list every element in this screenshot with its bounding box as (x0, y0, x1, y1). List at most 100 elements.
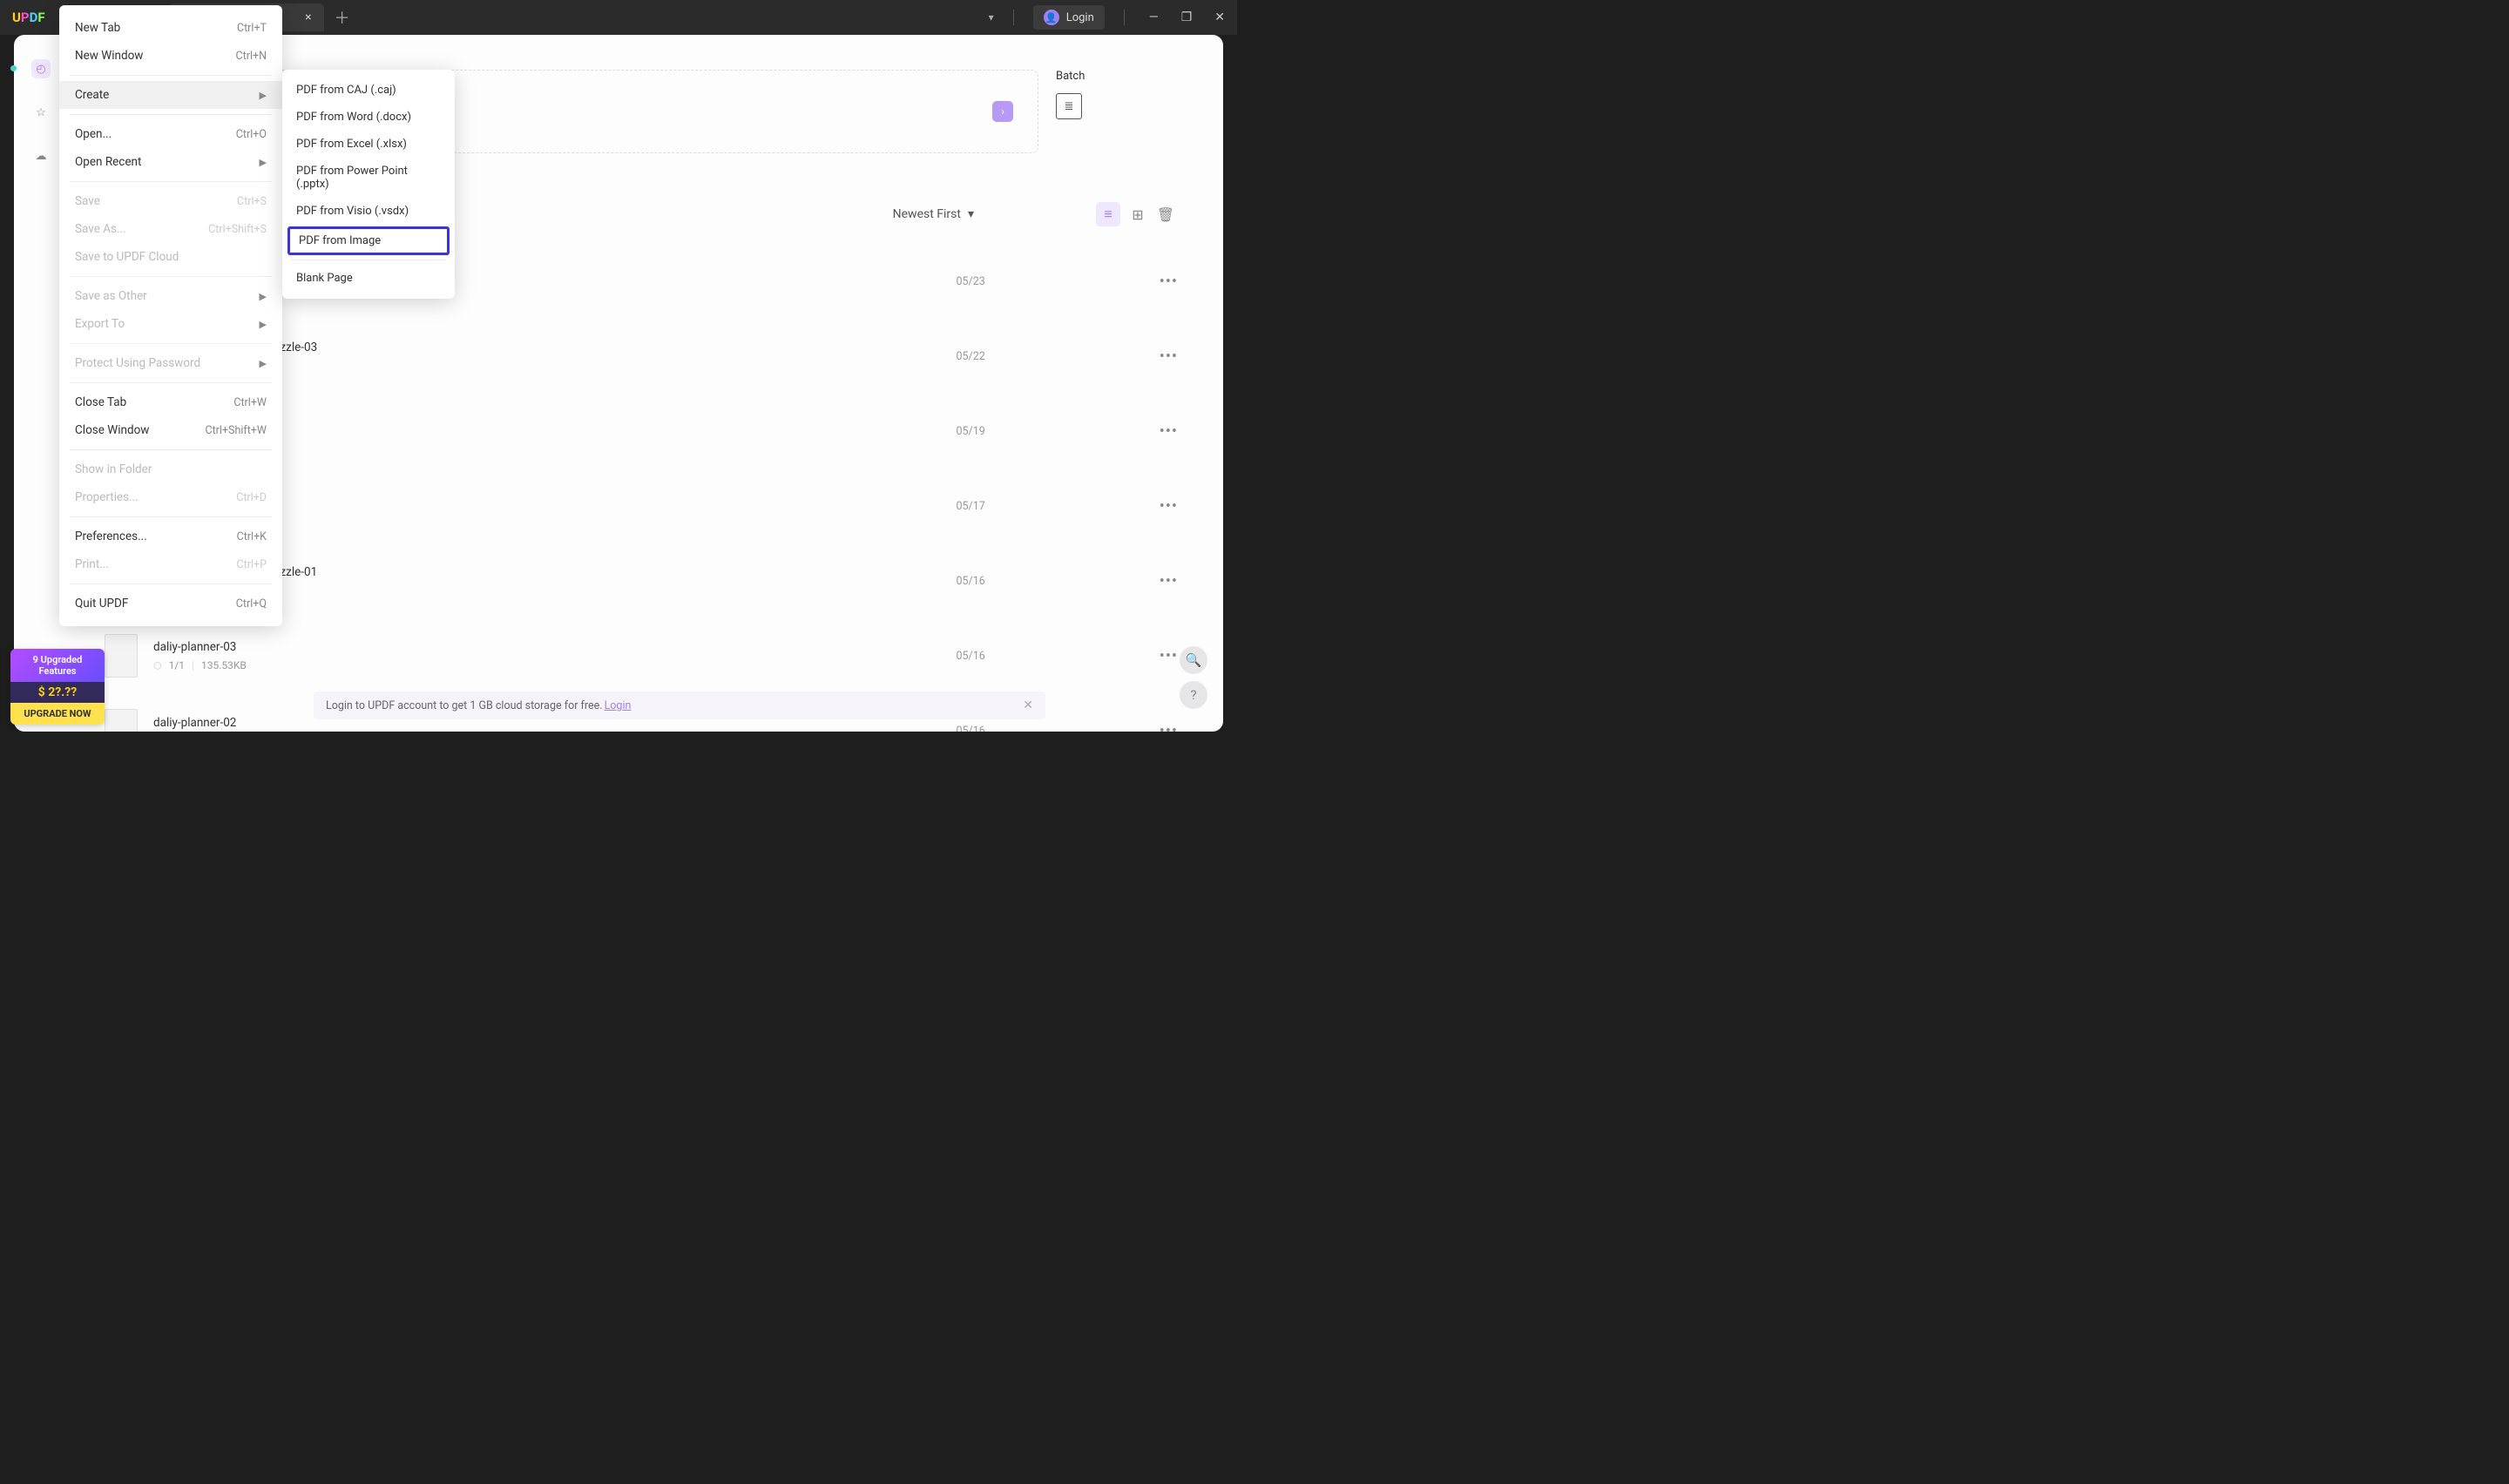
submenu-item-pdf-from-image[interactable]: PDF from Image (287, 226, 450, 255)
login-strip: Login to UPDF account to get 1 GB cloud … (314, 691, 1045, 719)
titlebar-right: ▾ 👤 Login — ❐ ✕ (989, 5, 1230, 30)
login-strip-text: Login to UPDF account to get 1 GB cloud … (326, 699, 603, 712)
menu-separator (70, 382, 272, 383)
chevron-down-icon[interactable]: ▾ (989, 11, 994, 24)
window-close[interactable]: ✕ (1209, 7, 1230, 28)
menu-item-save-as-: Save As... Ctrl+Shift+S (59, 215, 282, 243)
file-pages: 1/1 (169, 659, 185, 671)
file-row[interactable]: daliy-planner-03 ⬡ 1/1 | 135.53KB 05/16 ••• (105, 618, 1178, 693)
file-thumbnail (105, 634, 138, 678)
cloud-status-icon: ⬡ (153, 660, 162, 671)
sort-dropdown[interactable]: Newest First ▾ (893, 207, 974, 221)
shortcut: Ctrl+W (233, 396, 267, 409)
promo-top: 9 Upgraded Features (10, 649, 105, 682)
menu-item-quit-updf[interactable]: Quit UPDFCtrl+Q (59, 590, 282, 617)
menu-item-save-as-other: Save as Other▶ (59, 282, 282, 310)
search-fab[interactable]: 🔍 (1180, 646, 1207, 674)
open-go-button[interactable]: › (992, 101, 1013, 122)
promo-price: $ 2?.?? (10, 682, 105, 703)
file-date: 05/16 (957, 725, 985, 732)
logo-p: P (21, 10, 30, 25)
menu-label: Save As... (75, 222, 126, 236)
file-meta: ⬡ 1/1 | 135.53KB (153, 659, 247, 671)
batch-card: Batch ≣ (1056, 70, 1178, 153)
shortcut: Ctrl+Shift+W (205, 424, 267, 437)
upgrade-promo[interactable]: 9 Upgraded Features $ 2?.?? UPGRADE NOW (10, 649, 105, 725)
submenu-item-blank-page[interactable]: Blank Page (282, 265, 455, 292)
separator: | (192, 659, 194, 671)
star-icon: ☆ (31, 103, 51, 122)
menu-separator (70, 449, 272, 450)
menu-label: Print... (75, 557, 109, 571)
login-link[interactable]: Login (605, 699, 632, 712)
shortcut: Ctrl+K (237, 530, 267, 543)
menu-item-preferences-[interactable]: Preferences...Ctrl+K (59, 523, 282, 550)
menu-item-print-: Print... Ctrl+P (59, 550, 282, 578)
menu-item-close-window[interactable]: Close WindowCtrl+Shift+W (59, 416, 282, 444)
close-icon[interactable]: ✕ (1023, 698, 1033, 712)
menu-item-open-[interactable]: Open...Ctrl+O (59, 120, 282, 148)
submenu-item-pdf-from-excel-xlsx-[interactable]: PDF from Excel (.xlsx) (282, 131, 455, 158)
file-name: daliy-planner-03 (153, 640, 247, 654)
window-maximize[interactable]: ❐ (1176, 7, 1198, 28)
menu-label: Open... (75, 127, 112, 141)
menu-item-show-in-folder: Show in Folder (59, 455, 282, 483)
menu-separator (70, 114, 272, 115)
file-more-button[interactable]: ••• (1160, 347, 1178, 366)
submenu-item-pdf-from-caj-caj-[interactable]: PDF from CAJ (.caj) (282, 77, 455, 104)
view-list-button[interactable]: ≡ (1096, 202, 1120, 226)
tab-close-icon[interactable]: × (301, 10, 314, 24)
logo-u: U (12, 10, 21, 25)
chevron-right-icon: ▶ (260, 291, 267, 302)
shortcut: Ctrl+N (235, 50, 267, 63)
batch-title: Batch (1056, 70, 1178, 83)
menu-item-open-recent[interactable]: Open Recent▶ (59, 148, 282, 176)
menu-separator (70, 181, 272, 182)
view-grid-button[interactable]: ⊞ (1126, 202, 1150, 226)
avatar-icon: 👤 (1044, 10, 1059, 25)
file-more-button[interactable]: ••• (1160, 572, 1178, 590)
menu-label: Create (75, 88, 109, 102)
file-more-button[interactable]: ••• (1160, 497, 1178, 516)
menu-item-close-tab[interactable]: Close TabCtrl+W (59, 388, 282, 416)
file-date: 05/23 (957, 275, 985, 288)
shortcut: Ctrl+Shift+S (208, 223, 267, 236)
trash-button[interactable]: 🗑 (1153, 202, 1178, 226)
submenu-item-pdf-from-word-docx-[interactable]: PDF from Word (.docx) (282, 104, 455, 131)
file-more-button[interactable]: ••• (1160, 722, 1178, 732)
batch-combine-button[interactable]: ≣ (1056, 93, 1082, 119)
file-date: 05/16 (957, 650, 985, 663)
shortcut: Ctrl+P (237, 558, 267, 571)
create-submenu: PDF from CAJ (.caj)PDF from Word (.docx)… (282, 70, 455, 299)
file-more-button[interactable]: ••• (1160, 273, 1178, 291)
help-fab[interactable]: ? (1180, 681, 1207, 709)
shortcut: Ctrl+D (236, 491, 267, 504)
window-minimize[interactable]: — (1144, 7, 1164, 28)
chevron-down-icon: ▾ (968, 207, 974, 221)
menu-item-create[interactable]: Create▶ (59, 81, 282, 109)
menu-item-new-tab[interactable]: New TabCtrl+T (59, 14, 282, 42)
tab-add-button[interactable]: ＋ (324, 6, 361, 29)
file-date: 05/17 (957, 500, 985, 513)
submenu-item-pdf-from-visio-vsdx-[interactable]: PDF from Visio (.vsdx) (282, 198, 455, 225)
promo-cta: UPGRADE NOW (10, 703, 105, 725)
login-button[interactable]: 👤 Login (1033, 5, 1105, 30)
menu-item-new-window[interactable]: New WindowCtrl+N (59, 42, 282, 70)
file-menu: New TabCtrl+TNew WindowCtrl+NCreate▶Open… (59, 5, 282, 626)
file-more-button[interactable]: ••• (1160, 422, 1178, 441)
divider (1124, 10, 1125, 25)
menu-label: Export To (75, 317, 125, 331)
file-size: 135.53KB (201, 659, 247, 671)
file-date: 05/16 (957, 575, 985, 588)
submenu-item-pdf-from-power-point-pptx-[interactable]: PDF from Power Point (.pptx) (282, 158, 455, 198)
menu-label: Save to UPDF Cloud (75, 250, 179, 264)
file-thumbnail (105, 709, 138, 732)
menu-label: Open Recent (75, 155, 141, 169)
file-more-button[interactable]: ••• (1160, 647, 1178, 665)
menu-separator (70, 516, 272, 517)
menu-separator (70, 75, 272, 76)
menu-label: Protect Using Password (75, 356, 200, 370)
shortcut: Ctrl+T (237, 22, 267, 35)
sort-label: Newest First (893, 207, 961, 221)
menu-item-export-to: Export To▶ (59, 310, 282, 338)
